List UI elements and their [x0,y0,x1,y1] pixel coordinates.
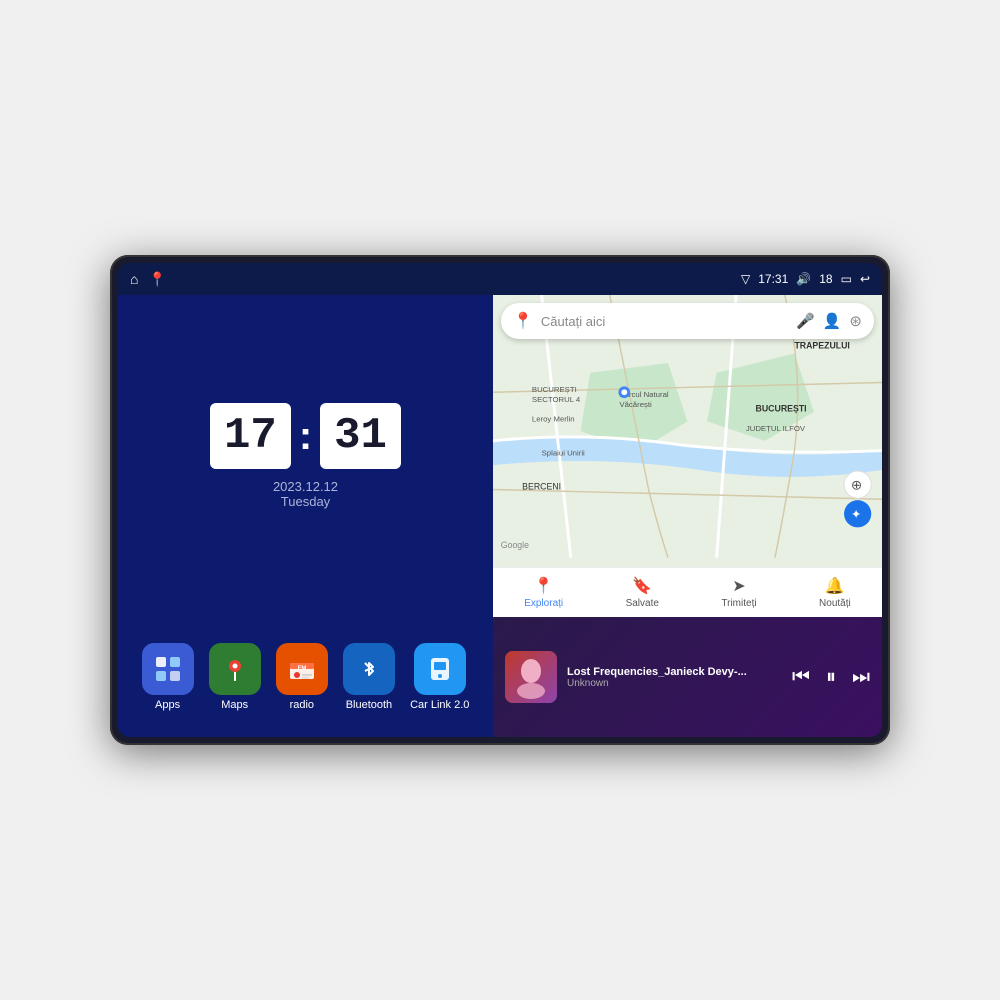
battery-icon: ▭ [841,272,852,286]
back-icon[interactable]: ↩ [860,272,870,286]
app-item-radio[interactable]: FM radio [276,643,328,711]
saved-icon: 🔖 [632,576,652,596]
svg-text:BUCUREȘTI: BUCUREȘTI [756,404,807,414]
app-item-carlink[interactable]: Car Link 2.0 [410,643,469,711]
carlink-icon [414,643,466,695]
status-bar: ⌂ 📍 ▽ 17:31 🔊 18 ▭ ↩ [118,263,882,295]
clock-display: 17 : 31 [210,403,401,469]
volume-level: 18 [819,272,832,286]
svg-text:BUCUREȘTI: BUCUREȘTI [532,385,577,394]
map-bottom-nav: 📍 Explorați 🔖 Salvate ➤ Trimiteți 🔔 [493,567,882,617]
layers-icon[interactable]: ⊛ [849,312,862,330]
map-nav-saved[interactable]: 🔖 Salvate [626,576,659,609]
explore-icon: 📍 [534,576,554,596]
svg-text:BERCENI: BERCENI [522,481,561,491]
explore-label: Explorați [524,598,563,609]
news-label: Noutăți [819,598,851,609]
screen: ⌂ 📍 ▽ 17:31 🔊 18 ▭ ↩ 17 : 31 [118,263,882,737]
maps-label: Maps [221,699,248,711]
map-nav-send[interactable]: ➤ Trimiteți [721,576,756,609]
bluetooth-icon [343,643,395,695]
music-info: Lost Frequencies_Janieck Devy-... Unknow… [567,666,782,689]
svg-text:SECTORUL 4: SECTORUL 4 [532,395,581,404]
car-display-device: ⌂ 📍 ▽ 17:31 🔊 18 ▭ ↩ 17 : 31 [110,255,890,745]
svg-text:Splaiui Unirii: Splaiui Unirii [542,448,585,457]
carlink-svg [426,655,454,683]
time-display: 17:31 [758,272,788,286]
clock-colon: : [299,414,312,459]
svg-text:TRAPEZULUI: TRAPEZULUI [794,340,849,350]
map-nav-news[interactable]: 🔔 Noutăți [819,576,851,609]
music-title: Lost Frequencies_Janieck Devy-... [567,666,782,678]
svg-text:JUDEȚUL ILFOV: JUDEȚUL ILFOV [746,424,806,433]
radio-icon: FM [276,643,328,695]
map-widget[interactable]: TRAPEZULUI BUCUREȘTI JUDEȚUL ILFOV BERCE… [493,295,882,617]
profile-icon[interactable]: 👤 [823,312,842,330]
music-controls: ⏮ ⏸ ⏭ [792,666,870,689]
svg-text:Leroy Merlin: Leroy Merlin [532,414,575,423]
svg-text:✦: ✦ [851,508,862,522]
status-bar-left: ⌂ 📍 [130,271,166,288]
bluetooth-label: Bluetooth [346,699,392,711]
svg-text:Văcărești: Văcărești [619,400,652,409]
svg-text:⊕: ⊕ [851,477,862,492]
apps-label: Apps [155,699,180,711]
status-bar-right: ▽ 17:31 🔊 18 ▭ ↩ [741,272,870,286]
next-button[interactable]: ⏭ [852,666,870,689]
radio-label: radio [290,699,314,711]
apps-svg [154,655,182,683]
maps-icon [209,643,261,695]
clock-hours: 17 [210,403,291,469]
map-nav-explore[interactable]: 📍 Explorați [524,576,563,609]
send-icon: ➤ [732,576,745,596]
svg-text:Google: Google [501,540,529,550]
music-player: Lost Frequencies_Janieck Devy-... Unknow… [493,617,882,737]
svg-text:FM: FM [297,666,306,672]
clock-date: 2023.12.12 Tuesday [273,479,338,509]
album-art [505,651,557,703]
prev-button[interactable]: ⏮ [792,666,810,689]
main-content: 17 : 31 2023.12.12 Tuesday [118,295,882,737]
app-item-apps[interactable]: Apps [142,643,194,711]
mic-icon[interactable]: 🎤 [796,312,815,330]
maps-pin-icon: 📍 [513,311,533,331]
app-item-maps[interactable]: Maps [209,643,261,711]
apps-icon [142,643,194,695]
map-search-bar[interactable]: 📍 Căutați aici 🎤 👤 ⊛ [501,303,874,339]
app-grid: Apps Maps [118,617,493,737]
saved-label: Salvate [626,598,659,609]
maps-svg [221,655,249,683]
news-icon: 🔔 [825,576,845,596]
bluetooth-svg [355,655,383,683]
home-icon[interactable]: ⌂ [130,271,138,287]
album-art-image [505,651,557,703]
send-label: Trimiteți [721,598,756,609]
clock-widget: 17 : 31 2023.12.12 Tuesday [118,295,493,617]
map-search-actions: 🎤 👤 ⊛ [796,312,862,330]
search-placeholder[interactable]: Căutați aici [541,314,788,329]
map-background: TRAPEZULUI BUCUREȘTI JUDEȚUL ILFOV BERCE… [493,295,882,617]
clock-minutes: 31 [320,403,401,469]
maps-status-icon[interactable]: 📍 [148,271,165,288]
volume-icon: 🔊 [796,272,811,286]
app-item-bluetooth[interactable]: Bluetooth [343,643,395,711]
carlink-label: Car Link 2.0 [410,699,469,711]
music-artist: Unknown [567,678,782,689]
play-pause-button[interactable]: ⏸ [826,666,836,689]
album-art-svg [505,651,557,703]
signal-icon: ▽ [741,272,750,286]
radio-svg: FM [287,655,317,683]
